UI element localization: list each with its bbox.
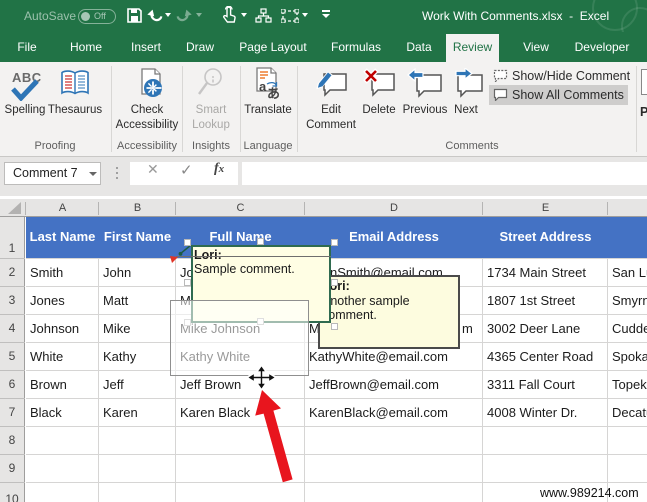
- svg-text:あ: あ: [267, 86, 280, 100]
- svg-text:a: a: [259, 79, 267, 94]
